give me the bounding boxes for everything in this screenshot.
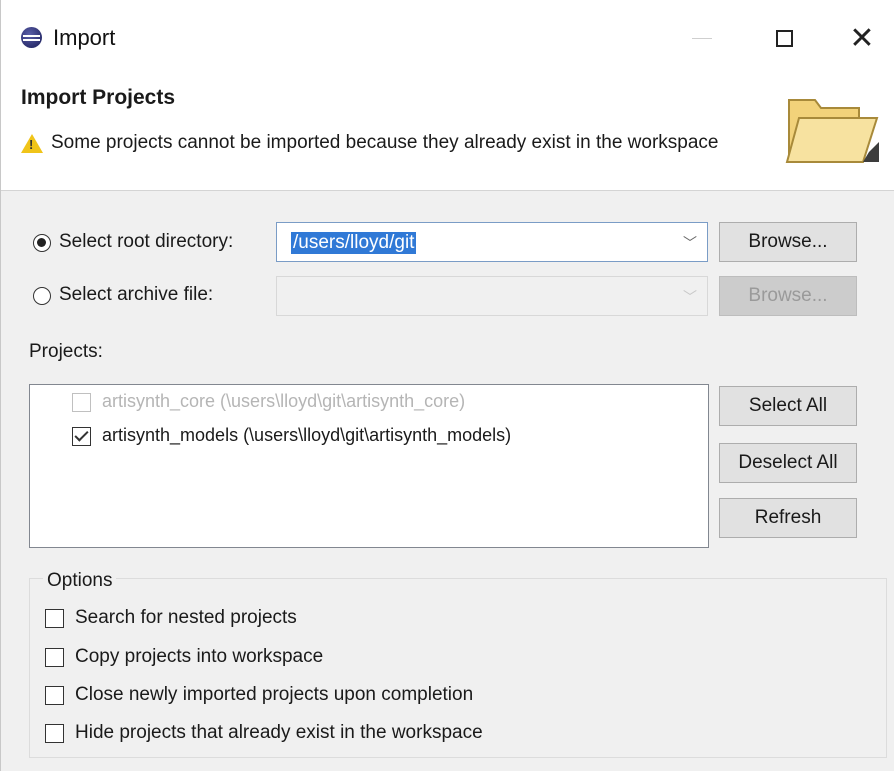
projects-list[interactable]: artisynth_core (\users\lloyd\git\artisyn… [29, 384, 709, 548]
close-projects-checkbox[interactable] [45, 686, 64, 705]
options-title: Options [43, 570, 117, 592]
refresh-button[interactable]: Refresh [719, 498, 857, 538]
root-directory-label: Select root directory: [59, 231, 234, 252]
close-projects-label[interactable]: Close newly imported projects upon compl… [75, 684, 473, 706]
list-item[interactable]: artisynth_models (\users\lloyd\git\artis… [102, 425, 511, 446]
projects-label: Projects: [29, 341, 103, 362]
deselect-all-button[interactable]: Deselect All [719, 443, 857, 483]
folder-icon [785, 99, 879, 163]
copy-projects-label[interactable]: Copy projects into workspace [75, 646, 323, 668]
browse-archive-button[interactable]: Browse... [719, 276, 857, 316]
archive-file-label: Select archive file: [59, 284, 214, 305]
warning-icon [21, 134, 43, 153]
root-directory-value: /users/lloyd/git [291, 232, 417, 254]
page-title: Import Projects [21, 86, 176, 109]
wizard-banner: Import Projects Some projects cannot be … [1, 72, 894, 191]
hide-projects-label[interactable]: Hide projects that already exist in the … [75, 722, 483, 744]
archive-file-radio[interactable] [33, 287, 51, 305]
project-checkbox[interactable] [72, 427, 91, 446]
minimize-icon[interactable] [677, 18, 727, 58]
archive-file-combo[interactable]: ﹀ [276, 276, 708, 316]
nested-projects-label[interactable]: Search for nested projects [75, 607, 297, 629]
eclipse-icon [21, 27, 42, 48]
chevron-down-icon: ﹀ [683, 289, 697, 305]
nested-projects-checkbox[interactable] [45, 609, 64, 628]
title-bar: Import ✕ [1, 0, 894, 72]
close-icon[interactable]: ✕ [837, 18, 887, 58]
root-directory-radio[interactable] [33, 234, 51, 252]
window-title: Import [53, 25, 116, 50]
project-checkbox [72, 393, 91, 412]
maximize-icon[interactable] [759, 18, 809, 58]
select-all-button[interactable]: Select All [719, 386, 857, 426]
root-directory-combo[interactable]: /users/lloyd/git ﹀ [276, 222, 708, 262]
list-item: artisynth_core (\users\lloyd\git\artisyn… [102, 391, 466, 411]
chevron-down-icon[interactable]: ﹀ [683, 233, 697, 253]
hide-projects-checkbox[interactable] [45, 724, 64, 743]
banner-message: Some projects cannot be imported because… [51, 132, 719, 153]
import-dialog: Import ✕ Import Projects Some projects c… [0, 0, 894, 771]
browse-directory-button[interactable]: Browse... [719, 222, 857, 262]
copy-projects-checkbox[interactable] [45, 648, 64, 667]
